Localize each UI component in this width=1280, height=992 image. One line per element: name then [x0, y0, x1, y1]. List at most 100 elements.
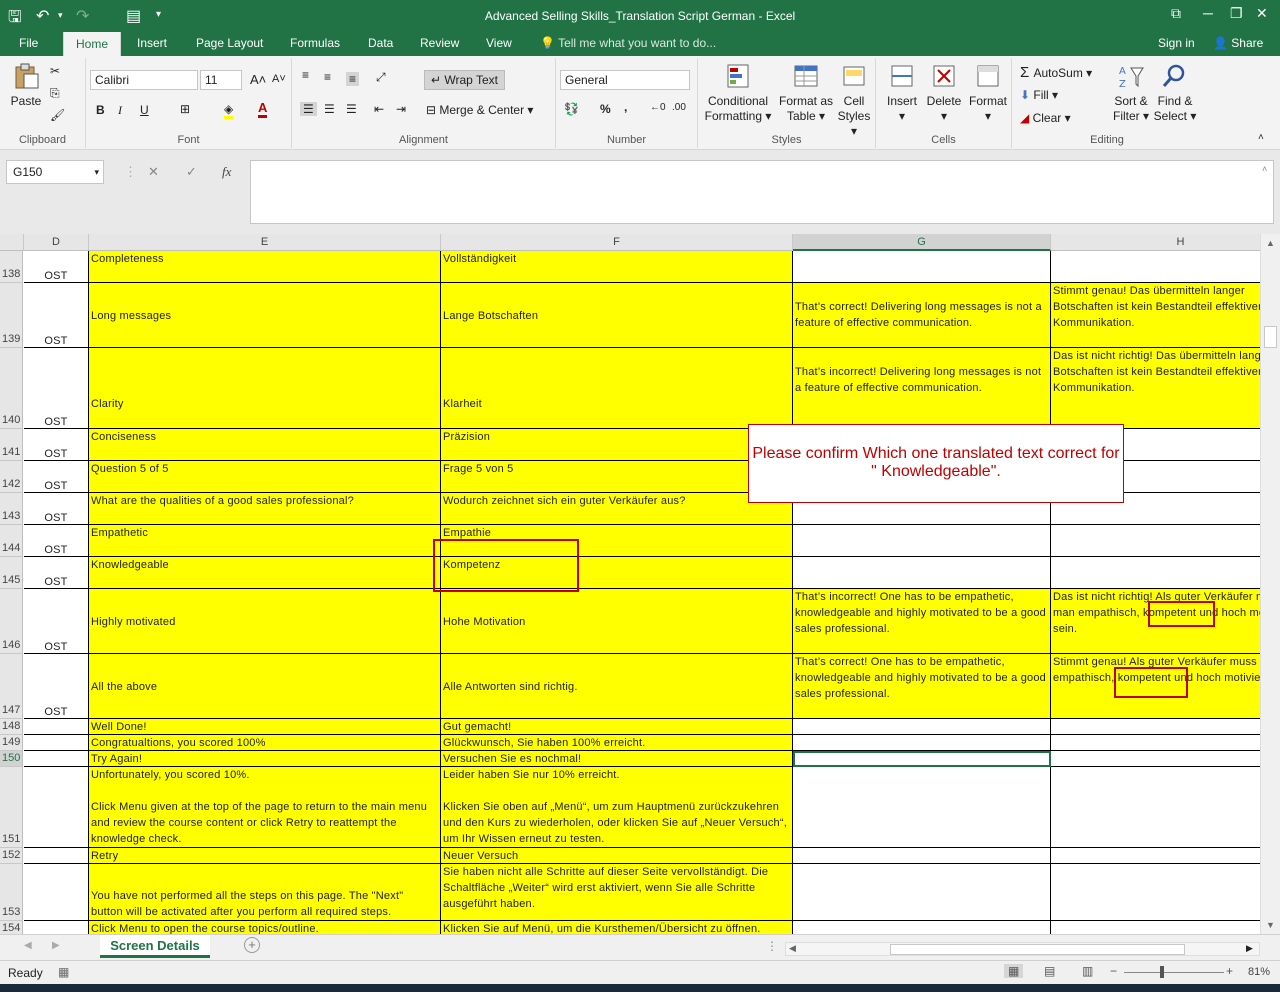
row-header[interactable]: 148 [0, 719, 23, 735]
new-sheet-button[interactable]: + [244, 937, 260, 953]
page-layout-view-icon[interactable]: ▤ [1044, 964, 1055, 978]
cell-f154[interactable]: Klicken Sie auf Menü, um die Kursthemen/… [441, 921, 793, 934]
font-color-icon[interactable]: A [258, 100, 268, 118]
cell-f139[interactable]: Lange Botschaften [441, 283, 793, 348]
cell-g146[interactable]: That’s incorrect! One has to be empathet… [793, 589, 1051, 654]
tab-data[interactable]: Data [368, 36, 393, 50]
row-header[interactable]: 152 [0, 848, 23, 864]
row-header[interactable]: 140 [0, 348, 23, 429]
expand-formula-bar-icon[interactable]: ˄ [1262, 164, 1267, 174]
cell-e141[interactable]: Conciseness [89, 429, 441, 461]
cell-h150[interactable] [1051, 751, 1260, 767]
horizontal-scrollbar[interactable]: ◀ ▶ [785, 942, 1260, 956]
scroll-left-icon[interactable]: ◀ [789, 943, 796, 954]
restore-icon[interactable]: ❐ [1230, 5, 1243, 22]
paste-button[interactable]: Paste [8, 62, 44, 109]
cell-g147[interactable]: That’s correct! One has to be empathetic… [793, 654, 1051, 719]
cell-f146[interactable]: Hohe Motivation [441, 589, 793, 654]
cell-d141[interactable]: OST [24, 429, 89, 461]
row-header[interactable]: 146 [0, 589, 23, 654]
orientation-icon[interactable]: ⤢ [376, 70, 386, 85]
cell-d145[interactable]: OST [24, 557, 89, 589]
cell-f149[interactable]: Glückwunsch, Sie haben 100% erreicht. [441, 735, 793, 751]
macro-record-icon[interactable]: ▦ [58, 965, 69, 979]
scroll-right-icon[interactable]: ▶ [1246, 943, 1253, 954]
cell-g149[interactable] [793, 735, 1051, 751]
tab-page-layout[interactable]: Page Layout [196, 36, 263, 50]
cell-e143[interactable]: What are the qualities of a good sales p… [89, 493, 441, 525]
column-header-d[interactable]: D [24, 234, 89, 251]
cell-f151[interactable]: Leider haben Sie nur 10% erreicht. Klick… [441, 767, 793, 848]
cell-d139[interactable]: OST [24, 283, 89, 348]
row-header[interactable]: 153 [0, 864, 23, 921]
tab-split-handle[interactable]: ⋮ [766, 939, 778, 953]
cell-g140[interactable]: That’s incorrect! Delivering long messag… [793, 348, 1051, 429]
row-header[interactable]: 150 [0, 751, 23, 767]
cell-g138[interactable] [793, 251, 1051, 283]
align-bottom-icon[interactable]: ≡ [346, 72, 360, 86]
cell-e145[interactable]: Knowledgeable [89, 557, 441, 589]
cell-d146[interactable]: OST [24, 589, 89, 654]
tab-view[interactable]: View [486, 36, 512, 50]
cell-e152[interactable]: Retry [89, 848, 441, 864]
insert-cells-button[interactable]: Insert ▾ [882, 62, 922, 124]
cell-g148[interactable] [793, 719, 1051, 735]
column-header-e[interactable]: E [89, 234, 441, 251]
number-format-select[interactable]: General [560, 70, 690, 90]
underline-button[interactable]: U [140, 103, 149, 117]
row-header[interactable]: 144 [0, 525, 23, 557]
name-box[interactable]: G150 ▾ [6, 160, 104, 184]
cell-g150[interactable] [793, 751, 1051, 767]
prev-sheet-icon[interactable]: ◀ [24, 940, 32, 951]
italic-button[interactable]: I [118, 103, 122, 118]
find-select-button[interactable]: Find & Select ▾ [1152, 62, 1198, 124]
cancel-entry-icon[interactable]: ✕ [148, 164, 159, 180]
zoom-out-icon[interactable]: − [1110, 964, 1117, 978]
cell-d143[interactable]: OST [24, 493, 89, 525]
cell-d153[interactable] [24, 864, 89, 921]
increase-font-icon[interactable]: A˄ [250, 72, 266, 87]
cell-f143[interactable]: Wodurch zeichnet sich ein guter Verkäufe… [441, 493, 793, 525]
comma-style-button[interactable]: , [624, 100, 627, 114]
share-button[interactable]: 👤 Share [1213, 36, 1263, 50]
ribbon-display-icon[interactable]: ⧉ [1171, 5, 1181, 22]
accounting-format-icon[interactable]: 💱 [564, 102, 579, 116]
close-icon[interactable]: ✕ [1256, 5, 1268, 22]
cell-f140[interactable]: Klarheit [441, 348, 793, 429]
cell-h152[interactable] [1051, 848, 1260, 864]
scroll-up-icon[interactable]: ▲ [1266, 238, 1275, 248]
cell-f141[interactable]: Präzision [441, 429, 793, 461]
cut-icon[interactable]: ✂ [50, 64, 60, 78]
cell-f142[interactable]: Frage 5 von 5 [441, 461, 793, 493]
scroll-down-icon[interactable]: ▼ [1266, 920, 1275, 930]
vertical-scroll-thumb[interactable] [1264, 326, 1277, 348]
row-header[interactable]: 151 [0, 767, 23, 848]
cell-h145[interactable] [1051, 557, 1260, 589]
cell-d142[interactable]: OST [24, 461, 89, 493]
tell-me-search[interactable]: 💡 Tell me what you want to do... [540, 36, 716, 50]
font-name-select[interactable]: Calibri [90, 70, 198, 90]
cell-f152[interactable]: Neuer Versuch [441, 848, 793, 864]
cell-h140[interactable]: Das ist nicht richtig! Das übermitteln l… [1051, 348, 1260, 429]
insert-function-icon[interactable]: fx [222, 164, 231, 180]
column-header-h[interactable]: H [1051, 234, 1260, 251]
cell-d140[interactable]: OST [24, 348, 89, 429]
cell-g145[interactable] [793, 557, 1051, 589]
cell-e154[interactable]: Click Menu to open the course topics/out… [89, 921, 441, 934]
conditional-formatting-button[interactable]: Conditional Formatting ▾ [700, 62, 776, 124]
autosum-button[interactable]: Σ AutoSum ▾ [1020, 64, 1092, 81]
align-middle-icon[interactable]: ≡ [324, 70, 331, 84]
row-header[interactable]: 147 [0, 654, 23, 719]
decrease-font-icon[interactable]: A˅ [272, 73, 286, 85]
decrease-decimal-icon[interactable]: .00 [672, 102, 686, 113]
row-header[interactable]: 143 [0, 493, 23, 525]
tab-file[interactable]: File [19, 36, 38, 50]
cell-d150[interactable] [24, 751, 89, 767]
next-sheet-icon[interactable]: ▶ [52, 940, 60, 951]
cell-e140[interactable]: Clarity [89, 348, 441, 429]
cell-e147[interactable]: All the above [89, 654, 441, 719]
select-all-corner[interactable] [0, 234, 24, 251]
cell-h153[interactable] [1051, 864, 1260, 921]
cell-e150[interactable]: Try Again! [89, 751, 441, 767]
cell-g144[interactable] [793, 525, 1051, 557]
